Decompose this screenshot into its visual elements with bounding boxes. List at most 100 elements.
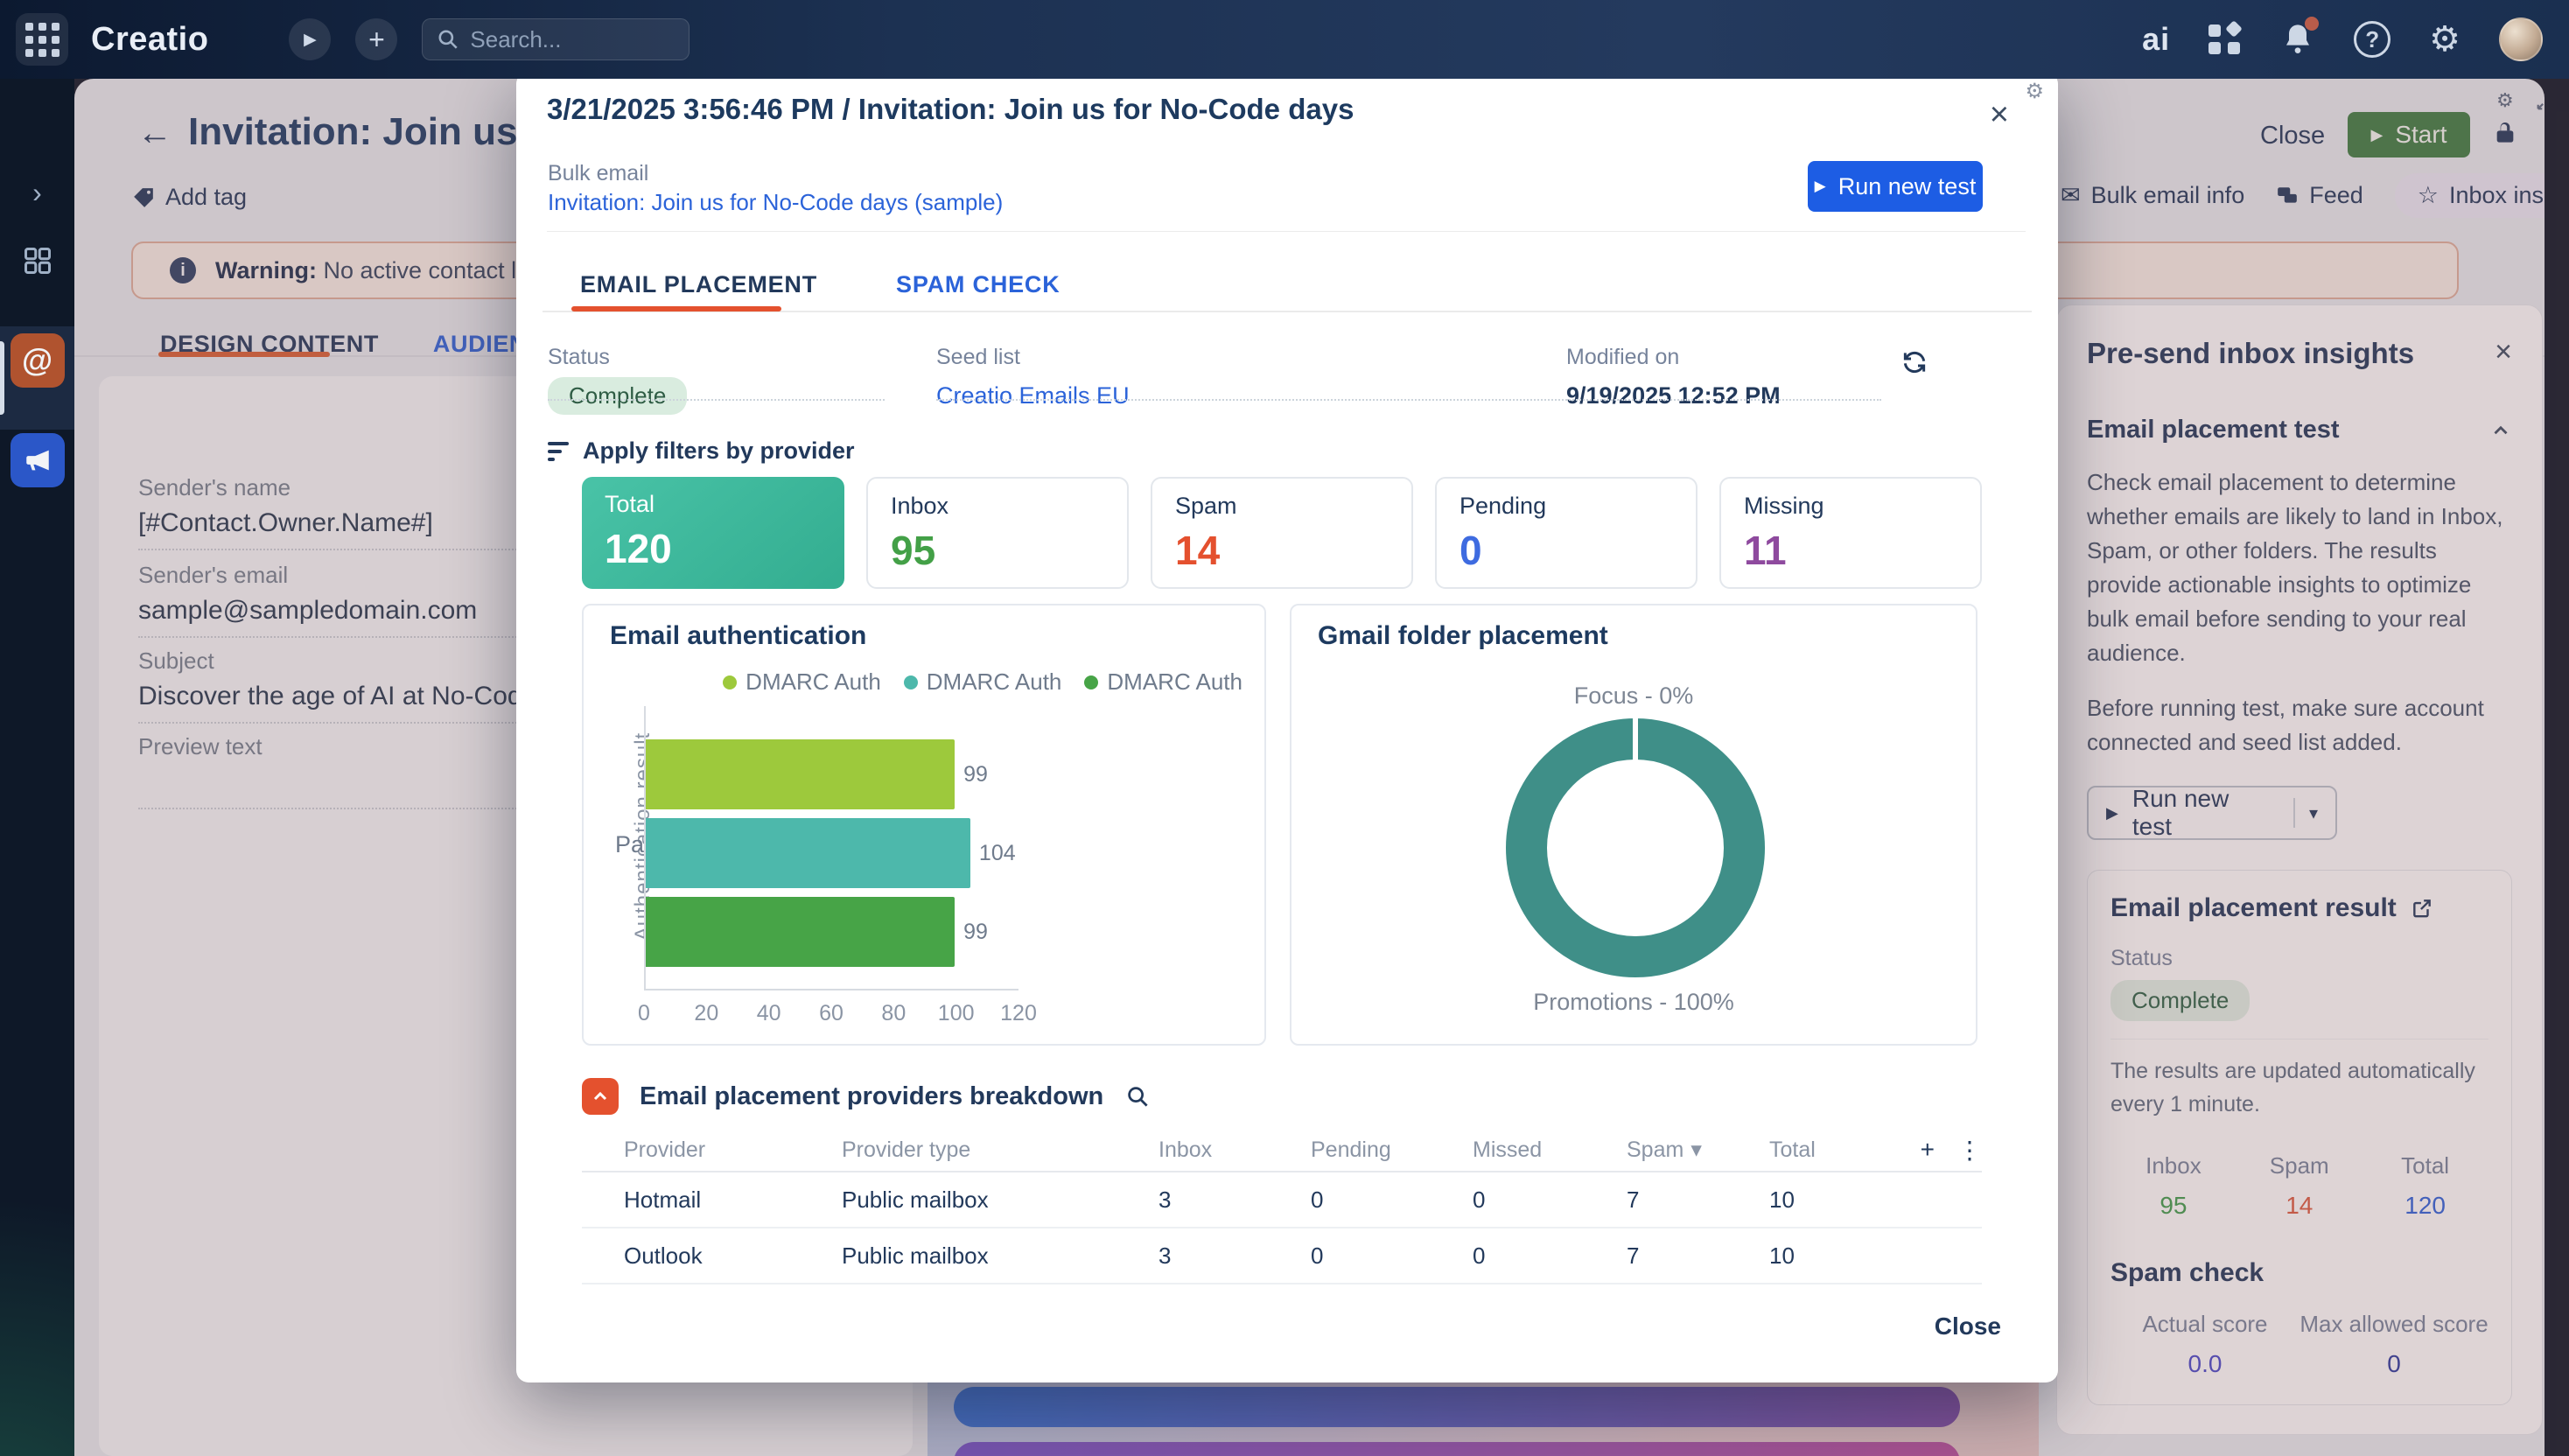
modal-tabs: EMAIL PLACEMENT SPAM CHECK bbox=[580, 271, 1060, 298]
plus-icon: + bbox=[368, 24, 385, 56]
bar-value-label: 99 bbox=[963, 920, 988, 945]
table-cell: 10 bbox=[1769, 1186, 1904, 1214]
top-bar: Creatio ▶ + ai ? ⚙ bbox=[0, 0, 2569, 79]
apps-icon bbox=[2208, 23, 2242, 56]
left-rail: › @ bbox=[0, 79, 74, 1456]
card-value: 11 bbox=[1744, 527, 1957, 574]
legend-dot-icon bbox=[1084, 676, 1098, 690]
legend-item[interactable]: DMARC Auth bbox=[1084, 668, 1242, 696]
summary-card-missing[interactable]: Missing 11 bbox=[1719, 477, 1982, 589]
bulk-email-link[interactable]: Invitation: Join us for No-Code days (sa… bbox=[548, 189, 1003, 216]
table-cell: 3 bbox=[1158, 1186, 1311, 1214]
card-label: Missing bbox=[1744, 493, 1957, 520]
run-process-button[interactable]: ▶ bbox=[289, 18, 331, 60]
column-header-spam[interactable]: Spam▾ bbox=[1627, 1137, 1769, 1163]
bar-plot: 99 104 99 bbox=[644, 706, 1018, 990]
table-cell: 7 bbox=[1627, 1242, 1769, 1270]
card-label: Spam bbox=[1175, 493, 1389, 520]
apply-filters-button[interactable]: Apply filters by provider bbox=[548, 438, 855, 465]
bar bbox=[646, 897, 955, 967]
modal-close-icon[interactable]: × bbox=[1990, 98, 2009, 131]
summary-card-spam[interactable]: Spam14 bbox=[1151, 477, 1413, 589]
bar-value-label: 104 bbox=[979, 841, 1016, 866]
table-cell: 7 bbox=[1627, 1186, 1769, 1214]
status-badge: Complete bbox=[548, 377, 687, 415]
card-value: 95 bbox=[891, 527, 1104, 574]
table-cell: Public mailbox bbox=[842, 1186, 1158, 1214]
tab-email-placement[interactable]: EMAIL PLACEMENT bbox=[580, 271, 817, 298]
active-tab-underline bbox=[571, 306, 781, 312]
help-button[interactable]: ? bbox=[2354, 21, 2390, 58]
table-menu-icon[interactable]: ⋮ bbox=[1957, 1136, 1982, 1165]
add-column-icon[interactable]: + bbox=[1921, 1136, 1935, 1164]
modal-settings-icon[interactable]: ⚙ bbox=[2025, 79, 2044, 104]
table-cell: 0 bbox=[1473, 1186, 1627, 1214]
marketing-app-button[interactable] bbox=[0, 433, 74, 487]
email-app-button[interactable]: @ bbox=[0, 333, 74, 388]
legend-item[interactable]: DMARC Auth bbox=[904, 668, 1062, 696]
table-cell: Hotmail bbox=[582, 1186, 842, 1214]
global-search[interactable] bbox=[422, 18, 690, 60]
expand-sidebar-button[interactable]: › bbox=[0, 177, 74, 209]
column-header-inbox[interactable]: Inbox bbox=[1158, 1138, 1311, 1163]
legend-dot-icon bbox=[904, 676, 918, 690]
notifications-button[interactable] bbox=[2280, 22, 2315, 57]
search-icon[interactable] bbox=[1124, 1083, 1151, 1110]
tab-spam-check[interactable]: SPAM CHECK bbox=[896, 271, 1060, 298]
modified-on-value: 9/19/2025 12:52 PM bbox=[1566, 382, 1781, 410]
column-header-pending[interactable]: Pending bbox=[1311, 1138, 1473, 1163]
email-authentication-chart: Email authentication DMARC Auth DMARC Aut… bbox=[582, 604, 1266, 1046]
x-tick-label: 60 bbox=[819, 1001, 844, 1026]
bar-value-label: 99 bbox=[963, 762, 988, 788]
chart-title: Gmail folder placement bbox=[1318, 621, 1608, 651]
legend-item[interactable]: DMARC Auth bbox=[723, 668, 881, 696]
settings-button[interactable]: ⚙ bbox=[2429, 22, 2460, 57]
table-row[interactable]: OutlookPublic mailbox300710 bbox=[582, 1228, 1982, 1284]
bar-row: 104 bbox=[646, 818, 1101, 888]
table-cell: Outlook bbox=[582, 1242, 842, 1270]
table-row[interactable]: HotmailPublic mailbox300710 bbox=[582, 1172, 1982, 1228]
screen: Creatio ▶ + ai ? ⚙ › @ bbox=[0, 0, 2569, 1456]
bulk-email-label: Bulk email bbox=[548, 161, 648, 186]
add-new-button[interactable]: + bbox=[355, 18, 397, 60]
seed-list-link[interactable]: Creatio Emails EU bbox=[936, 382, 1130, 410]
play-icon: ▶ bbox=[1815, 178, 1826, 195]
table-cell: 3 bbox=[1158, 1242, 1311, 1270]
column-header-total[interactable]: Total bbox=[1769, 1138, 1904, 1163]
card-label: Total bbox=[605, 491, 822, 518]
app-launcher-button[interactable] bbox=[16, 13, 68, 66]
filter-icon bbox=[548, 442, 569, 461]
table-cell: Public mailbox bbox=[842, 1242, 1158, 1270]
summary-card-pending[interactable]: Pending0 bbox=[1435, 477, 1698, 589]
donut-label-focus: Focus - 0% bbox=[1292, 682, 1976, 710]
creatio-logo: Creatio bbox=[91, 21, 208, 59]
column-header-missed[interactable]: Missed bbox=[1473, 1138, 1627, 1163]
column-header-provider-type[interactable]: Provider type bbox=[842, 1138, 1158, 1163]
summary-card-total[interactable]: Total 120 bbox=[582, 477, 844, 589]
megaphone-icon bbox=[10, 433, 65, 487]
bar-row: 99 bbox=[646, 897, 1101, 967]
providers-table: ProviderProvider typeInboxPendingMissedS… bbox=[582, 1129, 1982, 1284]
copilot-button[interactable]: ai bbox=[2142, 21, 2170, 58]
user-avatar[interactable] bbox=[2499, 18, 2543, 61]
x-tick-label: 0 bbox=[638, 1001, 650, 1026]
card-value: 120 bbox=[605, 525, 822, 572]
bar bbox=[646, 739, 955, 809]
modal-close-button[interactable]: Close bbox=[1935, 1312, 2001, 1340]
apps-button[interactable] bbox=[2208, 23, 2242, 56]
summary-card-inbox[interactable]: Inbox 95 bbox=[866, 477, 1129, 589]
search-input[interactable] bbox=[470, 26, 662, 53]
x-tick-label: 120 bbox=[1000, 1001, 1037, 1026]
refresh-icon[interactable] bbox=[1900, 348, 1928, 376]
card-label: Inbox bbox=[891, 493, 1104, 520]
bar bbox=[646, 818, 970, 888]
email-placement-modal: ⚙ × 3/21/2025 3:56:46 PM / Invitation: J… bbox=[516, 72, 2058, 1382]
column-header-provider[interactable]: Provider bbox=[582, 1138, 842, 1163]
workspaces-button[interactable] bbox=[0, 245, 74, 276]
x-tick-label: 40 bbox=[757, 1001, 781, 1026]
chevron-up-icon bbox=[590, 1086, 611, 1107]
run-new-test-button[interactable]: ▶ Run new test bbox=[1808, 161, 1983, 212]
chart-title: Email authentication bbox=[610, 621, 866, 651]
seed-list-column: Seed list Creatio Emails EU bbox=[936, 345, 1619, 410]
collapse-section-button[interactable] bbox=[582, 1078, 619, 1115]
